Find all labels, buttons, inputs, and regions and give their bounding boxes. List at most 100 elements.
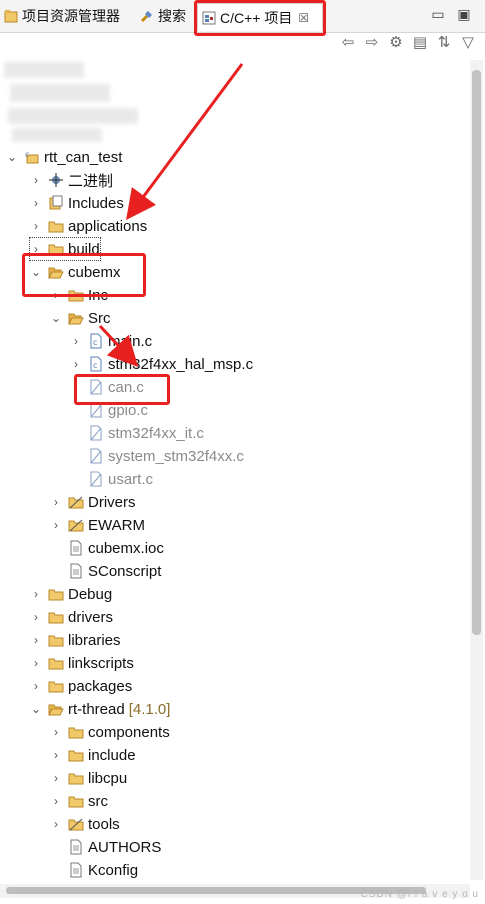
tree-label: tools xyxy=(88,815,120,833)
collapsed-chevron-icon[interactable]: › xyxy=(70,357,82,371)
expanded-chevron-icon[interactable]: ⌄ xyxy=(30,265,42,279)
tree-item-inc[interactable]: › Inc xyxy=(50,284,108,306)
collapsed-chevron-icon[interactable]: › xyxy=(30,633,42,647)
tree-label: Drivers xyxy=(88,493,136,511)
folder-icon xyxy=(68,793,84,809)
tree-item-sconscript-cubemx[interactable]: SConscript xyxy=(68,560,161,582)
tree-label: AUTHORS xyxy=(88,838,162,856)
tree-item-it-c[interactable]: stm32f4xx_it.c xyxy=(88,422,204,444)
vertical-scrollbar-thumb[interactable] xyxy=(472,70,481,635)
tree-item-linkscripts[interactable]: › linkscripts xyxy=(30,652,134,674)
tree-item-drivers-cubemx[interactable]: › Drivers xyxy=(50,491,136,513)
tree-label: stm32f4xx_hal_msp.c xyxy=(108,355,254,373)
tree-item-gpio-c[interactable]: gpio.c xyxy=(88,399,148,421)
tree-label: build xyxy=(68,240,100,258)
excluded-folder-icon xyxy=(68,517,84,533)
tree-label: include xyxy=(88,746,136,764)
excluded-c-file-icon xyxy=(88,402,104,418)
tree-label: linkscripts xyxy=(68,654,134,672)
tree-item-hal-msp-c[interactable]: › c stm32f4xx_hal_msp.c xyxy=(70,353,253,375)
tree-item-main-c[interactable]: › c main.c xyxy=(70,330,152,352)
excluded-c-file-icon xyxy=(88,379,104,395)
tree-label: usart.c xyxy=(108,470,154,488)
tree-item-system-c[interactable]: system_stm32f4xx.c xyxy=(88,445,244,467)
tree-item-components[interactable]: › components xyxy=(50,721,170,743)
collapsed-chevron-icon[interactable]: › xyxy=(30,219,42,233)
collapsed-chevron-icon[interactable]: › xyxy=(70,334,82,348)
tree-item-usart-c[interactable]: usart.c xyxy=(88,468,153,490)
svg-text:c: c xyxy=(93,361,97,370)
collapsed-chevron-icon[interactable]: › xyxy=(30,656,42,670)
file-icon xyxy=(68,540,84,556)
tree-item-rt-thread[interactable]: ⌄ rt-thread [4.1.0] xyxy=(30,698,170,720)
tree-item-tools[interactable]: › tools xyxy=(50,813,120,835)
tree-item-includes[interactable]: › Includes xyxy=(30,192,124,214)
tree-item-libcpu[interactable]: › libcpu xyxy=(50,767,127,789)
tree-item-packages[interactable]: › packages xyxy=(30,675,132,697)
tree-label: gpio.c xyxy=(108,401,149,419)
c-file-icon: c xyxy=(88,356,104,372)
collapsed-chevron-icon[interactable]: › xyxy=(50,794,62,808)
tree-item-cubemx[interactable]: ⌄ cubemx xyxy=(30,261,121,283)
tree-label: packages xyxy=(68,677,133,695)
expanded-chevron-icon[interactable]: ⌄ xyxy=(6,150,18,164)
collapsed-chevron-icon[interactable]: › xyxy=(50,495,62,509)
watermark: CSDN @l l a v e y o u xyxy=(360,889,479,900)
version-badge: [4.1.0] xyxy=(128,700,171,718)
tree-item-src-lower[interactable]: › src xyxy=(50,790,108,812)
tree-label: libcpu xyxy=(88,769,128,787)
file-icon xyxy=(68,839,84,855)
tree-label: 二进制 xyxy=(68,172,114,190)
tree-item-can-c[interactable]: can.c xyxy=(88,376,144,398)
collapsed-chevron-icon[interactable]: › xyxy=(30,196,42,210)
tree-item-drivers[interactable]: › drivers xyxy=(30,606,113,628)
collapsed-chevron-icon[interactable]: › xyxy=(30,173,42,187)
tree-label: Debug xyxy=(68,585,113,603)
source-folder-icon xyxy=(48,218,64,234)
collapsed-chevron-icon[interactable]: › xyxy=(30,610,42,624)
tree-item-binaries[interactable]: › 二进制 xyxy=(30,169,113,191)
collapsed-chevron-icon[interactable]: › xyxy=(50,288,62,302)
excluded-folder-icon xyxy=(68,494,84,510)
tree-label: libraries xyxy=(68,631,121,649)
svg-text:c: c xyxy=(25,150,29,159)
collapsed-chevron-icon[interactable]: › xyxy=(50,817,62,831)
tree-item-debug[interactable]: › Debug xyxy=(30,583,112,605)
tree-label: applications xyxy=(68,217,148,235)
tree-label: Inc xyxy=(88,286,109,304)
collapsed-chevron-icon[interactable]: › xyxy=(50,725,62,739)
folder-icon xyxy=(68,287,84,303)
open-folder-icon xyxy=(48,264,64,280)
folder-icon xyxy=(68,747,84,763)
tree-item-libraries[interactable]: › libraries xyxy=(30,629,121,651)
tree-item-include[interactable]: › include xyxy=(50,744,136,766)
project-tree: ⌄ c rtt_can_test › 二进制 › Includes › appl… xyxy=(0,0,470,885)
tree-label: Kconfig xyxy=(88,861,139,879)
expanded-chevron-icon[interactable]: ⌄ xyxy=(50,311,62,325)
collapsed-chevron-icon[interactable]: › xyxy=(50,771,62,785)
tree-item-applications[interactable]: › applications xyxy=(30,215,147,237)
tree-item-src[interactable]: ⌄ Src xyxy=(50,307,111,329)
source-folder-icon xyxy=(48,632,64,648)
tree-label: src xyxy=(88,792,108,810)
collapsed-chevron-icon[interactable]: › xyxy=(30,679,42,693)
collapsed-chevron-icon[interactable]: › xyxy=(30,242,42,256)
folder-icon xyxy=(48,241,64,257)
collapsed-chevron-icon[interactable]: › xyxy=(50,748,62,762)
excluded-c-file-icon xyxy=(88,425,104,441)
expanded-chevron-icon[interactable]: ⌄ xyxy=(30,702,42,716)
tree-item-cubemx-ioc[interactable]: cubemx.ioc xyxy=(68,537,164,559)
binaries-icon xyxy=(48,172,64,188)
tree-item-ewarm[interactable]: › EWARM xyxy=(50,514,145,536)
tree-item-build[interactable]: › build xyxy=(29,237,101,261)
tree-label: rtt_can_test xyxy=(44,148,123,166)
excluded-c-file-icon xyxy=(88,448,104,464)
tree-item-project[interactable]: ⌄ c rtt_can_test xyxy=(6,146,122,168)
collapsed-chevron-icon[interactable]: › xyxy=(50,518,62,532)
tree-item-authors[interactable]: AUTHORS xyxy=(68,836,161,858)
tree-item-kconfig[interactable]: Kconfig xyxy=(68,859,138,881)
tree-label: can.c xyxy=(108,378,144,396)
project-icon: c xyxy=(24,149,40,165)
collapsed-chevron-icon[interactable]: › xyxy=(30,587,42,601)
folder-icon xyxy=(68,770,84,786)
